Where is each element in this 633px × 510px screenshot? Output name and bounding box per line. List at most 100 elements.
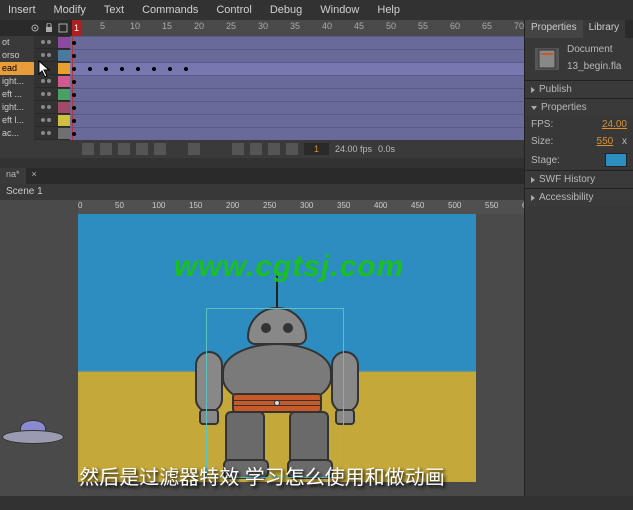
document-tab[interactable]: na* — [0, 168, 26, 184]
section-properties[interactable]: Properties — [525, 98, 633, 116]
outline-icon[interactable] — [58, 23, 68, 33]
layer-name[interactable]: ac... — [0, 127, 34, 140]
layer-color-chip[interactable] — [58, 63, 70, 74]
menu-window[interactable]: Window — [320, 4, 359, 16]
layer-row[interactable]: eft l... — [0, 114, 524, 127]
keyframe[interactable] — [120, 67, 124, 71]
ufo-symbol[interactable] — [2, 420, 64, 448]
current-frame[interactable]: 1 — [304, 143, 329, 155]
layer-flags[interactable] — [34, 53, 58, 57]
lock-icon[interactable] — [44, 23, 54, 33]
layer-color-chip[interactable] — [58, 89, 70, 100]
keyframe[interactable] — [88, 67, 92, 71]
visibility-dot[interactable] — [41, 92, 45, 96]
layer-row[interactable]: orso — [0, 49, 524, 62]
layer-color-chip[interactable] — [58, 50, 70, 61]
stage-canvas[interactable]: www.cgtsj.com — [78, 214, 476, 482]
menu-text[interactable]: Text — [104, 4, 124, 16]
goto-last-icon[interactable] — [154, 143, 166, 155]
layer-name[interactable]: ead — [0, 62, 34, 75]
section-accessibility[interactable]: Accessibility — [525, 188, 633, 206]
lock-dot[interactable] — [47, 40, 51, 44]
layer-name[interactable]: eft ... — [0, 88, 34, 101]
visibility-dot[interactable] — [41, 40, 45, 44]
layer-track[interactable] — [70, 62, 524, 75]
layer-name[interactable]: ot — [0, 36, 34, 49]
menu-commands[interactable]: Commands — [142, 4, 198, 16]
tab-library[interactable]: Library — [583, 20, 626, 38]
layer-track[interactable] — [70, 88, 524, 101]
keyframe[interactable] — [72, 93, 76, 97]
onion-outline-icon[interactable] — [250, 143, 262, 155]
onion-skin-icon[interactable] — [232, 143, 244, 155]
lock-dot[interactable] — [47, 131, 51, 135]
goto-first-icon[interactable] — [82, 143, 94, 155]
layer-color-chip[interactable] — [58, 37, 70, 48]
layer-track[interactable] — [70, 75, 524, 88]
tab-properties[interactable]: Properties — [525, 20, 583, 38]
section-swf-history[interactable]: SWF History — [525, 170, 633, 188]
lock-dot[interactable] — [47, 118, 51, 122]
scene-breadcrumb[interactable]: Scene 1 — [0, 184, 524, 200]
layer-flags[interactable] — [34, 105, 58, 109]
layer-name[interactable]: eft l... — [0, 114, 34, 127]
layer-color-chip[interactable] — [58, 128, 70, 139]
layer-track[interactable] — [70, 49, 524, 62]
layer-row[interactable]: ot — [0, 36, 524, 49]
layer-name[interactable]: orso — [0, 49, 34, 62]
visibility-icon[interactable] — [30, 23, 40, 33]
layer-row[interactable]: ight... — [0, 101, 524, 114]
menu-debug[interactable]: Debug — [270, 4, 302, 16]
loop-icon[interactable] — [188, 143, 200, 155]
keyframe[interactable] — [72, 54, 76, 58]
keyframe[interactable] — [72, 67, 76, 71]
stage-color-swatch[interactable] — [605, 153, 627, 167]
layer-flags[interactable] — [34, 92, 58, 96]
step-forward-icon[interactable] — [136, 143, 148, 155]
layer-track[interactable] — [70, 114, 524, 127]
keyframe[interactable] — [72, 119, 76, 123]
keyframe[interactable] — [152, 67, 156, 71]
keyframe[interactable] — [168, 67, 172, 71]
visibility-dot[interactable] — [41, 105, 45, 109]
layer-flags[interactable] — [34, 118, 58, 122]
visibility-dot[interactable] — [41, 79, 45, 83]
layer-row[interactable]: eft ... — [0, 88, 524, 101]
layer-row[interactable]: ead — [0, 62, 524, 75]
tab-close-icon[interactable]: × — [26, 168, 43, 184]
visibility-dot[interactable] — [41, 131, 45, 135]
layer-color-chip[interactable] — [58, 76, 70, 87]
layer-track[interactable] — [70, 101, 524, 114]
layer-name[interactable]: ight... — [0, 101, 34, 114]
lock-dot[interactable] — [47, 79, 51, 83]
keyframe[interactable] — [104, 67, 108, 71]
layer-row[interactable]: ight... — [0, 75, 524, 88]
keyframe[interactable] — [72, 80, 76, 84]
keyframe[interactable] — [136, 67, 140, 71]
keyframe[interactable] — [72, 41, 76, 45]
keyframe[interactable] — [72, 132, 76, 136]
menu-modify[interactable]: Modify — [54, 4, 86, 16]
layer-flags[interactable] — [34, 131, 58, 135]
layer-name[interactable]: ight... — [0, 75, 34, 88]
visibility-dot[interactable] — [41, 118, 45, 122]
step-back-icon[interactable] — [100, 143, 112, 155]
size-width[interactable]: 550 — [597, 136, 614, 147]
playhead-marker[interactable]: 1 — [72, 20, 81, 36]
frame-ruler[interactable]: 1 5 10 15 20 25 30 35 40 45 50 55 60 65 … — [72, 20, 524, 36]
layer-color-chip[interactable] — [58, 115, 70, 126]
menu-control[interactable]: Control — [216, 4, 251, 16]
layer-flags[interactable] — [34, 79, 58, 83]
layer-color-chip[interactable] — [58, 102, 70, 113]
onion-markers-icon[interactable] — [286, 143, 298, 155]
lock-dot[interactable] — [47, 53, 51, 57]
layer-row[interactable]: ac... — [0, 127, 524, 140]
layer-track[interactable] — [70, 127, 524, 140]
selection-box[interactable] — [206, 308, 344, 478]
keyframe[interactable] — [184, 67, 188, 71]
menu-insert[interactable]: Insert — [8, 4, 36, 16]
keyframe[interactable] — [72, 106, 76, 110]
menu-help[interactable]: Help — [377, 4, 400, 16]
layer-track[interactable] — [70, 36, 524, 49]
fps-value[interactable]: 24.00 — [602, 119, 627, 130]
